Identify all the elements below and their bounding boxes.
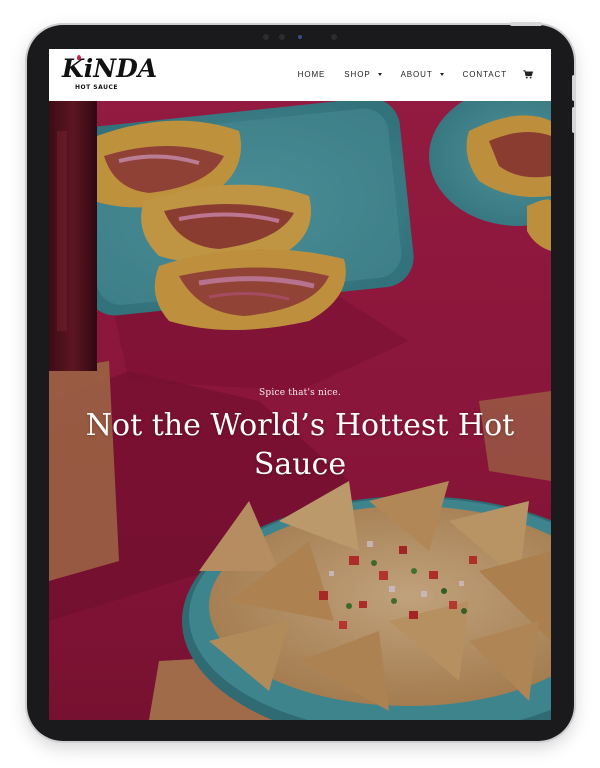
tablet-volume-button bbox=[572, 107, 576, 133]
camera-dot bbox=[279, 34, 285, 40]
nav-item-label: ABOUT bbox=[400, 70, 433, 79]
hero-tagline: Spice that's nice. bbox=[259, 388, 341, 398]
hero-title: Not the World’s Hottest Hot Sauce bbox=[85, 408, 515, 482]
tablet-volume-button bbox=[572, 75, 576, 101]
chevron-down-icon bbox=[439, 73, 444, 76]
tablet-power-button bbox=[510, 22, 542, 26]
logo-subtext: HOT SAUCE bbox=[75, 84, 118, 91]
camera-dot bbox=[331, 34, 337, 40]
nav-item-home[interactable]: HOME bbox=[298, 70, 326, 79]
camera-dot bbox=[263, 34, 269, 40]
cart-icon[interactable] bbox=[523, 70, 533, 79]
site-header: KiNDA HOT SAUCE HOME SHOP ABOUT CONTACT bbox=[49, 49, 551, 101]
main-navigation: HOME SHOP ABOUT CONTACT bbox=[298, 70, 533, 79]
website-screen: KiNDA HOT SAUCE HOME SHOP ABOUT CONTACT bbox=[49, 49, 551, 720]
logo-flame-icon bbox=[77, 55, 81, 60]
brand-logo[interactable]: KiNDA HOT SAUCE bbox=[62, 55, 157, 95]
nav-item-label: CONTACT bbox=[462, 70, 507, 79]
nav-item-shop[interactable]: SHOP bbox=[344, 70, 382, 79]
tablet-frame: KiNDA HOT SAUCE HOME SHOP ABOUT CONTACT bbox=[27, 25, 574, 741]
camera-sensor bbox=[298, 35, 302, 39]
nav-item-label: SHOP bbox=[344, 70, 371, 79]
hero-section: Spice that's nice. Not the World’s Hotte… bbox=[49, 101, 551, 720]
nav-item-label: HOME bbox=[297, 70, 326, 79]
nav-item-contact[interactable]: CONTACT bbox=[463, 70, 507, 79]
nav-item-about[interactable]: ABOUT bbox=[401, 70, 444, 79]
logo-wordmark: KiNDA bbox=[62, 54, 158, 83]
chevron-down-icon bbox=[377, 73, 382, 76]
